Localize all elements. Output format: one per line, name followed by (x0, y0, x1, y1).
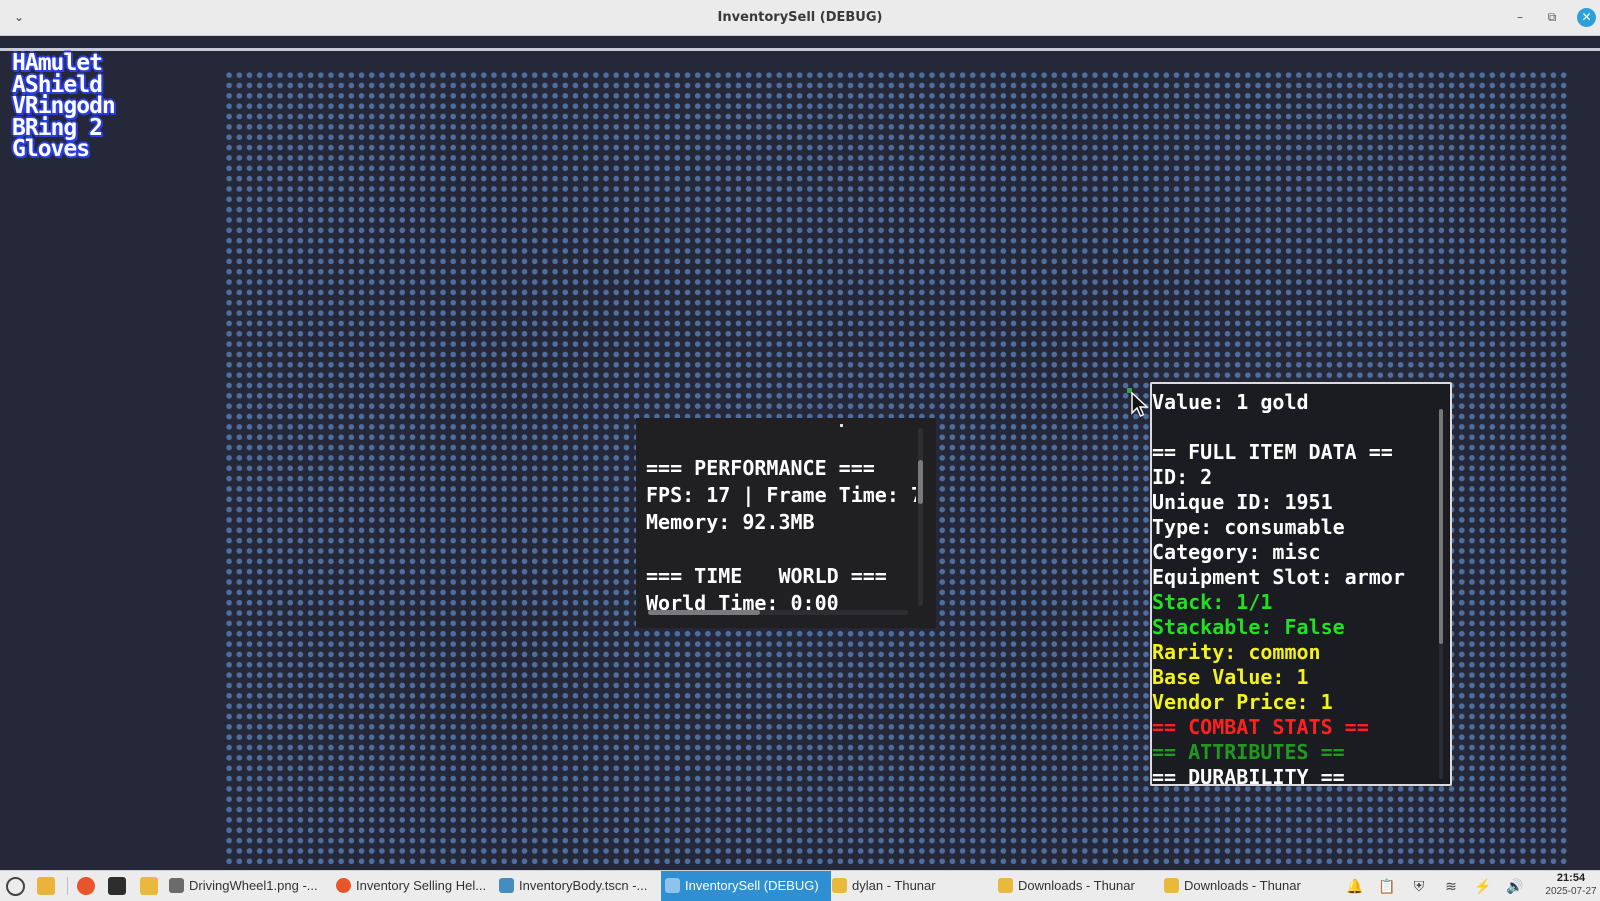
godot-icon (665, 878, 680, 893)
item-tooltip-lines: Value: 1 gold == FULL ITEM DATA == ID: 2 Un… (1152, 390, 1434, 786)
tooltip-line (1152, 415, 1434, 440)
tooltip-line: ID: 2 (1152, 465, 1213, 489)
file-manager-launcher-icon[interactable] (140, 877, 158, 895)
close-button[interactable]: ✕ (1577, 8, 1596, 27)
item-tooltip: Value: 1 gold == FULL ITEM DATA == ID: 2 Un… (1150, 382, 1452, 786)
taskbar-item-browser[interactable]: Inventory Selling Hel... (332, 871, 508, 901)
taskbar-item-label: Inventory Selling Hel... (356, 878, 487, 893)
taskbar-item-thunar-downloads-1[interactable]: Downloads - Thunar (994, 871, 1158, 901)
tooltip-line: == ATTRIBUTES == (1152, 740, 1345, 764)
debug-panel-line: FPS: 17 | Frame Time: 74 (646, 483, 916, 507)
tooltip-line: Rarity: common (1152, 640, 1321, 664)
window-title: InventorySell (DEBUG) (717, 10, 883, 25)
tooltip-vertical-scrollbar[interactable] (1439, 409, 1443, 779)
debug-panel-text: === PERFORMANCE === FPS: 17 | Frame Time:… (646, 455, 916, 613)
debug-panel-line: === TIME WORLD === (646, 564, 887, 588)
debug-panel-line (646, 536, 916, 563)
equipment-list: HAmulet AShield VRingodn BRing 2 Gloves (12, 52, 152, 161)
taskbar-item-label: dylan - Thunar (852, 878, 936, 893)
tooltip-line: Vendor Price: 1 (1152, 690, 1333, 714)
taskbar-item-label: Downloads - Thunar (1018, 878, 1135, 893)
tooltip-line: Type: consumable (1152, 515, 1345, 539)
clock-time: 21:54 (1556, 872, 1586, 884)
notification-bell-icon[interactable]: 🔔 (1346, 877, 1364, 895)
taskbar-item-label: InventoryBody.tscn -... (519, 878, 648, 893)
firefox-launcher-icon[interactable] (77, 877, 95, 895)
terminal-launcher-icon[interactable] (108, 877, 126, 895)
taskbar-item-inventorybody[interactable]: InventoryBody.tscn -... (495, 871, 669, 901)
taskbar-item-label: InventorySell (DEBUG) (685, 878, 819, 893)
taskbar-item-thunar-dylan[interactable]: dylan - Thunar (828, 871, 972, 901)
debug-horizontal-scroll-thumb[interactable] (648, 610, 760, 615)
tooltip-line: == FULL ITEM DATA == (1152, 440, 1393, 464)
show-desktop-icon[interactable] (37, 877, 55, 895)
tooltip-line: == DURABILITY == (1152, 765, 1345, 786)
taskbar-item-label: Downloads - Thunar (1184, 878, 1301, 893)
taskbar-separator (67, 877, 68, 895)
debug-vertical-scrollbar[interactable] (918, 428, 923, 606)
tooltip-line: Stackable: False (1152, 615, 1345, 639)
tooltip-line: == COMBAT STATS == (1152, 715, 1369, 739)
clipboard-icon[interactable]: 📋 (1378, 877, 1396, 895)
taskbar-item-inventorysell[interactable]: InventorySell (DEBUG) (661, 871, 831, 901)
minimize-button[interactable]: – (1512, 9, 1528, 25)
clock-date: 2025-07-27 (1545, 886, 1597, 897)
debug-vertical-scroll-thumb[interactable] (918, 460, 923, 504)
folder-icon (998, 878, 1013, 893)
tooltip-line: Base Value: 1 (1152, 665, 1309, 689)
power-icon[interactable]: ⚡ (1474, 877, 1492, 895)
folder-icon (1164, 878, 1179, 893)
taskbar: DrivingWheel1.png -... Inventory Selling… (0, 870, 1600, 901)
tooltip-line: Stack: 1/1 (1152, 590, 1273, 614)
equipment-slot-gloves[interactable]: Gloves (12, 138, 152, 161)
window-titlebar: ⌄ InventorySell (DEBUG) – ⧉ ✕ (0, 0, 1600, 36)
folder-icon (832, 878, 847, 893)
mouse-pointer-icon (1131, 392, 1149, 417)
app-menu-icon[interactable] (6, 877, 25, 896)
tooltip-line: Unique ID: 1951 (1152, 490, 1333, 514)
wifi-icon[interactable]: ≋ (1442, 877, 1460, 895)
tooltip-line: Category: misc (1152, 540, 1321, 564)
godot-icon (499, 878, 514, 893)
debug-panel[interactable]: === PERFORMANCE === FPS: 17 | Frame Time:… (636, 418, 936, 628)
taskbar-item-thunar-downloads-2[interactable]: Downloads - Thunar (1160, 871, 1324, 901)
viewport-top-border (0, 48, 1600, 51)
tooltip-line: Value: 1 gold (1152, 390, 1309, 414)
debug-horizontal-scrollbar[interactable] (648, 610, 908, 615)
security-shield-icon[interactable]: ⛨ (1410, 877, 1428, 895)
tooltip-line: Equipment Slot: armor (1152, 565, 1405, 589)
debug-panel-marker (840, 424, 843, 427)
restore-button[interactable]: ⧉ (1544, 9, 1560, 25)
browser-icon (336, 878, 351, 893)
debug-panel-line: === PERFORMANCE === (646, 456, 875, 480)
volume-icon[interactable]: 🔊 (1506, 877, 1524, 895)
tooltip-vertical-scroll-thumb[interactable] (1439, 409, 1443, 644)
taskbar-clock[interactable]: 21:54 2025-07-27 (1542, 872, 1600, 898)
debug-panel-line: Memory: 92.3MB (646, 510, 815, 534)
taskbar-item-label: DrivingWheel1.png -... (189, 878, 318, 893)
taskbar-item-drivingwheel[interactable]: DrivingWheel1.png -... (165, 871, 334, 901)
image-viewer-icon (169, 878, 184, 893)
